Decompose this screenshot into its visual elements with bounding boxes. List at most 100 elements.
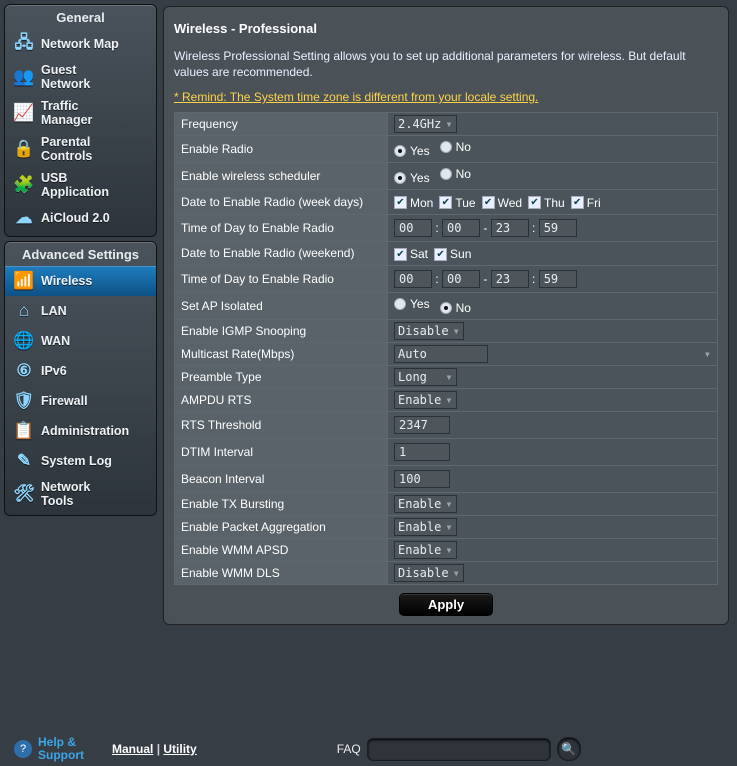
ap-isolated-cell: Yes No [388,293,718,320]
time-h1[interactable]: 00 [394,270,432,288]
sidebar-icon: ☁ [13,207,35,229]
apply-button[interactable]: Apply [399,593,493,616]
sidebar-icon: 📶 [13,270,35,292]
multicast-select[interactable]: Auto▾ [394,345,488,363]
timezone-remind-link[interactable]: * Remind: The System time zone is differ… [174,90,718,112]
checkbox-tue[interactable]: ✔Tue [439,196,475,210]
sidebar-icon: 📈 [13,102,35,124]
sidebar-item-label: Parental Controls [41,135,92,163]
sidebar-general: General 🖧 Network Map 👥Guest Network 📈 Traff… [4,4,157,237]
sidebar-item-label: Network Map [41,37,119,51]
sidebar-item-label: USB Application [41,171,109,199]
radio-no[interactable]: No [440,301,471,315]
pktagg-select[interactable]: Enable▾ [394,518,457,536]
sidebar: General 🖧 Network Map 👥Guest Network 📈 Traff… [0,0,161,732]
checkbox-icon: ✔ [434,248,447,261]
sidebar-item-parental-controls[interactable]: 🔒 Parental Controls [5,131,156,167]
sidebar-general-header: General [5,8,156,29]
faq-label: FAQ [337,742,361,756]
frequency-select[interactable]: 2.4GHz▾ [394,115,457,133]
ampdu-select[interactable]: Enable▾ [394,391,457,409]
sidebar-icon: 🧩 [13,174,35,196]
radio-dot-icon [440,302,452,314]
time-m2[interactable]: 59 [539,270,577,288]
sidebar-item-label: Traffic Manager [41,99,92,127]
wmm-dls-select[interactable]: Disable▾ [394,564,464,582]
igmp-select[interactable]: Disable▾ [394,322,464,340]
checkbox-icon: ✔ [571,196,584,209]
sidebar-icon: ⑥ [13,360,35,382]
settings-table: Frequency 2.4GHz▾ Enable Radio YesNo Ena… [174,112,718,585]
sidebar-item-wan[interactable]: 🌐WAN [5,326,156,356]
sidebar-icon: 👥 [13,66,35,88]
radio-dot-icon [440,168,452,180]
time-h2[interactable]: 23 [491,219,529,237]
sidebar-item-network-tools[interactable]: 🛠Network Tools [5,476,156,512]
sidebar-item-network-map[interactable]: 🖧 Network Map [5,29,156,59]
radio-no[interactable]: No [440,140,471,154]
sidebar-item-wireless[interactable]: 📶Wireless [5,266,156,296]
time-h1[interactable]: 00 [394,219,432,237]
radio-dot-icon [394,298,406,310]
sidebar-item-firewall[interactable]: 🛡Firewall [5,386,156,416]
radio-dot-icon [394,145,406,157]
help-support-link[interactable]: Help & Support [38,736,84,762]
checkbox-fri[interactable]: ✔Fri [571,196,601,210]
sidebar-icon: 📋 [13,420,35,442]
time-h2[interactable]: 23 [491,270,529,288]
manual-link[interactable]: Manual [112,742,153,756]
wmm-apsd-select[interactable]: Enable▾ [394,541,457,559]
weekdays-cell: ✔Mon ✔Tue ✔Wed ✔Thu ✔Fri [388,190,718,215]
radio-yes[interactable]: Yes [394,171,430,185]
sidebar-item-traffic-manager[interactable]: 📈 Traffic Manager [5,95,156,131]
txburst-select[interactable]: Enable▾ [394,495,457,513]
dtim-input[interactable]: 1 [394,443,450,461]
faq-search-input[interactable] [367,738,551,761]
sidebar-item-usb-application[interactable]: 🧩 USB Application [5,167,156,203]
checkbox-icon: ✔ [528,196,541,209]
footer: ? Help & Support Manual | Utility FAQ 🔍 [0,732,737,766]
radio-dot-icon [440,141,452,153]
radio-dot-icon [394,172,406,184]
time-m1[interactable]: 00 [442,270,480,288]
preamble-select[interactable]: Long ▾ [394,368,457,386]
search-icon: 🔍 [561,742,576,756]
sidebar-item-ipv6[interactable]: ⑥ IPv6 [5,356,156,386]
sidebar-item-administration[interactable]: 📋 Administration [5,416,156,446]
checkbox-wed[interactable]: ✔Wed [482,196,522,210]
checkbox-sun[interactable]: ✔Sun [434,247,471,261]
sidebar-item-lan[interactable]: ⌂LAN [5,296,156,326]
sidebar-item-label: IPv6 [41,364,67,378]
radio-yes[interactable]: Yes [394,144,430,158]
sidebar-icon: 🔒 [13,138,35,160]
rts-input[interactable]: 2347 [394,416,450,434]
footer-links: Manual | Utility [112,742,197,756]
time-m1[interactable]: 00 [442,219,480,237]
sidebar-icon: 🖧 [13,33,35,55]
content: Wireless - Professional Wireless Profess… [161,0,737,732]
apply-bar: Apply [174,585,718,618]
checkbox-thu[interactable]: ✔Thu [528,196,565,210]
utility-link[interactable]: Utility [163,742,196,756]
weekend-cell: ✔Sat ✔Sun [388,241,718,266]
sidebar-icon: ✎ [13,450,35,472]
faq-search-button[interactable]: 🔍 [557,737,581,761]
sidebar-item-label: Network Tools [41,480,90,508]
time-m2[interactable]: 59 [539,219,577,237]
sidebar-item-label: Administration [41,424,129,438]
sidebar-item-label: LAN [41,304,67,318]
checkbox-icon: ✔ [394,248,407,261]
radio-yes[interactable]: Yes [394,297,430,311]
radio-no[interactable]: No [440,167,471,181]
sidebar-item-guest-network[interactable]: 👥Guest Network [5,59,156,95]
beacon-input[interactable]: 100 [394,470,450,488]
sidebar-advanced: Advanced Settings 📶Wireless⌂LAN🌐WAN ⑥ IPv6… [4,241,157,516]
checkbox-sat[interactable]: ✔Sat [394,247,428,261]
checkbox-mon[interactable]: ✔Mon [394,196,433,210]
sidebar-advanced-header: Advanced Settings [5,245,156,266]
enable-scheduler-cell: Yes No [388,163,718,190]
row-frequency-label: Frequency [175,113,388,136]
weekend-time-cell: 00 : 00 - 23 : 59 [388,266,718,293]
sidebar-item-aicloud-2-0[interactable]: ☁AiCloud 2.0 [5,203,156,233]
sidebar-item-system-log[interactable]: ✎System Log [5,446,156,476]
